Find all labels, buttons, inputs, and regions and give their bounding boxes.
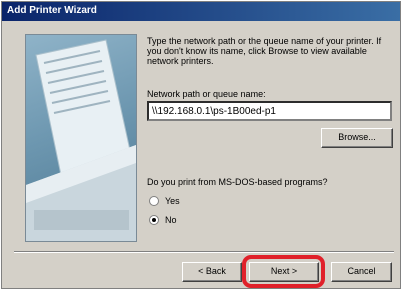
footer-separator [14, 251, 394, 253]
radio-yes-label: Yes [165, 196, 180, 206]
path-label: Network path or queue name: [147, 89, 266, 99]
network-path-input[interactable] [147, 101, 392, 121]
radio-yes[interactable]: Yes [149, 196, 180, 206]
printer-paper-icon [26, 39, 136, 241]
instruction-text: Type the network path or the queue name … [147, 36, 382, 66]
radio-no-label: No [165, 215, 177, 225]
radio-no-circle[interactable] [149, 215, 159, 225]
radio-yes-circle[interactable] [149, 196, 159, 206]
radio-no[interactable]: No [149, 215, 177, 225]
back-button[interactable]: < Back [182, 262, 242, 282]
msdos-question: Do you print from MS-DOS-based programs? [147, 177, 328, 187]
cancel-button[interactable]: Cancel [331, 262, 392, 282]
window-title: Add Printer Wizard [7, 5, 97, 16]
title-bar: Add Printer Wizard [2, 2, 400, 21]
wizard-window: Add Printer Wizard Type the network path… [1, 1, 401, 289]
browse-button[interactable]: Browse... [321, 128, 393, 148]
next-highlight-ring [242, 255, 325, 288]
printer-illustration [25, 34, 137, 242]
